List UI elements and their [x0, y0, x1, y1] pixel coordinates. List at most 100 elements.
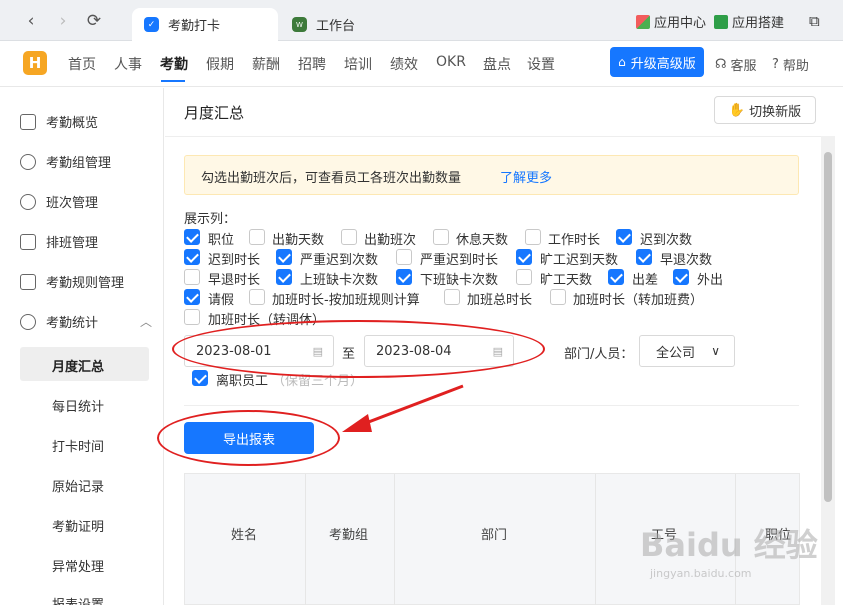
menu-salary[interactable]: 薪酬 [252, 54, 280, 74]
menu-training[interactable]: 培训 [344, 54, 372, 74]
help-label: 帮助 [782, 59, 809, 74]
sidebar-item-overview[interactable]: 考勤概览 [20, 112, 98, 131]
checkbox-absent-late-days[interactable] [516, 249, 532, 265]
menu-recruit[interactable]: 招聘 [298, 54, 326, 74]
checkbox-overtime-total[interactable] [444, 289, 460, 305]
back-icon[interactable]: ‹ [20, 10, 42, 32]
checkbox-late-count[interactable] [616, 229, 632, 245]
refresh-icon[interactable]: ⟳ [83, 10, 105, 32]
checkbox-clock-out-missing[interactable] [396, 269, 412, 285]
sub-item-exceptions[interactable]: 异常处理 [52, 556, 104, 575]
checkbox-overtime-leave[interactable] [184, 309, 200, 325]
checkbox-work-hours[interactable] [525, 229, 541, 245]
scrollbar[interactable] [821, 136, 835, 605]
checkbox-label: 出勤天数 [272, 233, 325, 248]
checkbox-absent-days[interactable] [516, 269, 532, 285]
page-title: 月度汇总 [184, 104, 245, 122]
sub-item-report-settings[interactable]: 报表设置 [52, 594, 104, 605]
learn-more-link[interactable]: 了解更多 [500, 167, 552, 186]
checkbox-clock-in-missing[interactable] [276, 269, 292, 285]
upgrade-label: 升级高级版 [630, 56, 696, 72]
checkbox-attend-shifts[interactable] [341, 229, 357, 245]
th-name[interactable]: 姓名 [231, 524, 257, 543]
help-link[interactable]: ? 帮助 [772, 55, 809, 74]
scrollbar-thumb[interactable] [824, 152, 832, 502]
home-icon [20, 113, 36, 130]
notice-text: 勾选出勤班次后，可查看员工各班次出勤数量 [201, 171, 462, 186]
checkbox-outing[interactable] [673, 269, 689, 285]
dept-select-value: 全公司 [656, 345, 696, 361]
tab-workbench[interactable]: W 工作台 [280, 8, 410, 41]
checkbox-label: 出勤班次 [364, 233, 417, 248]
checkbox-business-trip[interactable] [608, 269, 624, 285]
annotation-ellipse-dates [172, 320, 545, 378]
checkbox-overtime-by-rule[interactable] [249, 289, 265, 305]
sub-item-raw-records[interactable]: 原始记录 [52, 476, 104, 495]
sub-item-certificate[interactable]: 考勤证明 [52, 516, 104, 535]
menu-okr[interactable]: OKR [436, 54, 466, 70]
checkbox-label: 休息天数 [456, 233, 509, 248]
forward-icon[interactable]: › [52, 10, 74, 32]
menu-hr[interactable]: 人事 [114, 54, 142, 74]
user-icon [20, 153, 36, 170]
th-department[interactable]: 部门 [481, 524, 507, 543]
menu-attendance[interactable]: 考勤 [160, 54, 188, 74]
sidebar-item-shifts[interactable]: 班次管理 [20, 192, 98, 211]
menu-home[interactable]: 首页 [68, 54, 96, 74]
hand-wave-icon: ✋ [728, 102, 746, 118]
checkbox-label: 职位 [208, 233, 235, 248]
checkbox-overtime-pay[interactable] [550, 289, 566, 305]
checkbox-resigned[interactable] [192, 370, 208, 386]
checkbox-early-leave-duration[interactable] [184, 269, 200, 285]
checkbox-label: 严重迟到时长 [420, 253, 499, 268]
sidebar-item-statistics[interactable]: 考勤统计 ︿ [20, 312, 152, 331]
menu-leave[interactable]: 假期 [206, 54, 234, 74]
switch-version-button[interactable]: ✋ 切换新版 [714, 96, 816, 124]
display-columns-label: 展示列： [184, 212, 237, 227]
checkbox-label: 早退次数 [660, 253, 713, 268]
upgrade-icon: ⌂ [618, 55, 626, 69]
browser-tab-bar: ‹ › ⟳ ✓ 考勤打卡 W 工作台 应用中心 应用搭建 ⧉ [0, 0, 843, 41]
sidebar-item-schedule[interactable]: 排班管理 [20, 232, 98, 251]
checkbox-label: 加班时长（转加班费） [573, 293, 704, 308]
checkbox-label: 下班缺卡次数 [420, 273, 499, 288]
service-link[interactable]: ☊ 客服 [715, 55, 757, 74]
checkbox-position[interactable] [184, 229, 200, 245]
checkbox-attend-days[interactable] [249, 229, 265, 245]
tab-attendance[interactable]: ✓ 考勤打卡 [132, 8, 278, 41]
sidebar-item-rules[interactable]: 考勤规则管理 [20, 272, 124, 291]
sidebar-item-groups[interactable]: 考勤组管理 [20, 152, 111, 171]
sidebar-item-label: 考勤组管理 [46, 156, 112, 171]
watermark-url: jingyan.baidu.com [650, 567, 752, 580]
checkbox-severe-late-count[interactable] [276, 249, 292, 265]
app-build-button[interactable]: 应用搭建 [714, 12, 784, 31]
notice-banner: 勾选出勤班次后，可查看员工各班次出勤数量 了解更多 [184, 155, 799, 195]
th-group[interactable]: 考勤组 [329, 524, 368, 543]
active-menu-underline [161, 80, 185, 82]
tab-label: 工作台 [316, 19, 356, 34]
app-logo[interactable]: H [23, 51, 47, 75]
sidebar-item-label: 考勤统计 [46, 316, 99, 331]
checkbox-rest-days[interactable] [433, 229, 449, 245]
sub-item-punch-time[interactable]: 打卡时间 [52, 436, 104, 455]
dept-select[interactable]: 全公司 ∨ [639, 335, 735, 367]
switch-version-label: 切换新版 [749, 104, 802, 120]
menu-performance[interactable]: 绩效 [390, 54, 418, 74]
checkbox-severe-late-duration[interactable] [396, 249, 412, 265]
app-center-button[interactable]: 应用中心 [636, 12, 706, 31]
sub-item-monthly[interactable]: 月度汇总 [52, 356, 104, 375]
checkbox-label: 迟到次数 [640, 233, 693, 248]
checkbox-leave[interactable] [184, 289, 200, 305]
window-switch-icon[interactable]: ⧉ [809, 12, 820, 30]
menu-inventory[interactable]: 盘点 [483, 54, 511, 74]
checkbox-early-leave-count[interactable] [636, 249, 652, 265]
tab-label: 考勤打卡 [168, 19, 221, 34]
shield-check-icon: ✓ [144, 17, 159, 32]
menu-settings[interactable]: 设置 [527, 54, 555, 74]
checkbox-late-duration[interactable] [184, 249, 200, 265]
upgrade-button[interactable]: ⌂ 升级高级版 [610, 47, 704, 77]
app-center-label: 应用中心 [654, 16, 707, 31]
watermark-brand: Baidu 经验 [640, 526, 818, 564]
sub-item-daily[interactable]: 每日统计 [52, 396, 104, 415]
workbench-logo-icon: W [292, 17, 307, 32]
